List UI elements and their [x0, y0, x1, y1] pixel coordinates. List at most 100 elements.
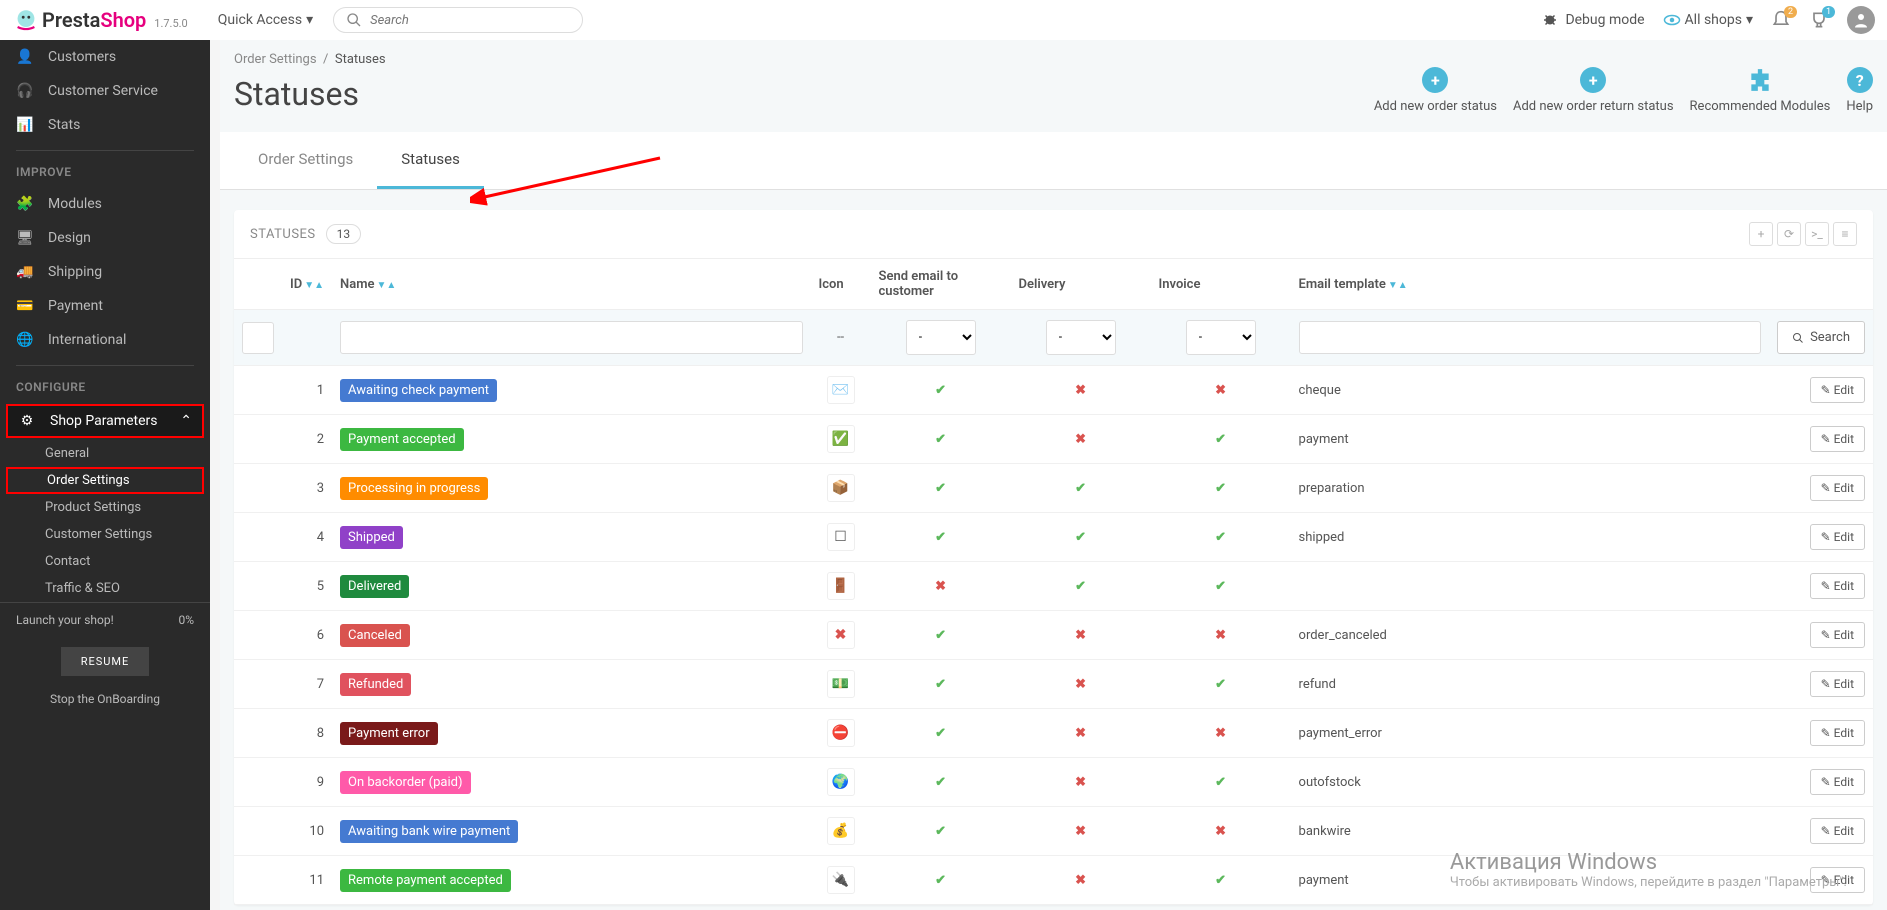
recommended-modules-button[interactable]: Recommended Modules	[1690, 67, 1831, 114]
resume-button[interactable]: RESUME	[61, 647, 150, 676]
email-flag[interactable]: ✔	[871, 415, 1011, 464]
sidebar-item-stats[interactable]: 📊 Stats	[0, 108, 210, 142]
stop-onboarding-link[interactable]: Stop the OnBoarding	[0, 686, 210, 712]
filter-invoice-select[interactable]: -	[1186, 320, 1256, 355]
sidebar-sub-order-settings[interactable]: Order Settings	[6, 467, 204, 494]
logo[interactable]: PrestaShop 1.7.5.0	[12, 6, 188, 34]
email-flag[interactable]: ✔	[871, 709, 1011, 758]
edit-button[interactable]: ✎ Edit	[1810, 867, 1865, 893]
invoice-flag[interactable]: ✖	[1151, 709, 1291, 758]
email-flag[interactable]: ✔	[871, 513, 1011, 562]
notifications-button[interactable]: 2	[1771, 10, 1791, 30]
edit-button[interactable]: ✎ Edit	[1810, 769, 1865, 795]
search-input[interactable]	[370, 13, 570, 28]
all-shops-dropdown[interactable]: All shops ▾	[1663, 11, 1753, 29]
sidebar-item-customer-service[interactable]: 🎧 Customer Service	[0, 74, 210, 108]
delivery-flag[interactable]: ✖	[1011, 660, 1151, 709]
col-id[interactable]: ID▼▲	[282, 259, 332, 310]
delivery-flag[interactable]: ✖	[1011, 807, 1151, 856]
delivery-flag[interactable]: ✖	[1011, 415, 1151, 464]
delivery-flag[interactable]: ✔	[1011, 562, 1151, 611]
email-flag[interactable]: ✔	[871, 660, 1011, 709]
table-row[interactable]: 11 Remote payment accepted 🔌 ✔ ✖ ✔ payme…	[234, 856, 1873, 905]
filter-select-all[interactable]	[242, 322, 274, 354]
sidebar-item-shop-parameters[interactable]: ⚙ Shop Parameters ⌃	[6, 404, 204, 438]
email-flag[interactable]: ✔	[871, 366, 1011, 415]
table-row[interactable]: 2 Payment accepted ✅ ✔ ✖ ✔ payment ✎ Edi…	[234, 415, 1873, 464]
tab-statuses[interactable]: Statuses	[377, 132, 484, 189]
table-row[interactable]: 5 Delivered 🚪 ✖ ✔ ✔ ✎ Edit	[234, 562, 1873, 611]
sidebar-item-payment[interactable]: 💳 Payment	[0, 289, 210, 323]
table-row[interactable]: 8 Payment error ⛔ ✔ ✖ ✖ payment_error ✎ …	[234, 709, 1873, 758]
breadcrumb-order-settings[interactable]: Order Settings	[234, 52, 317, 67]
invoice-flag[interactable]: ✖	[1151, 807, 1291, 856]
search-box[interactable]	[333, 7, 583, 33]
sidebar-item-modules[interactable]: 🧩 Modules	[0, 187, 210, 221]
invoice-flag[interactable]: ✖	[1151, 366, 1291, 415]
edit-button[interactable]: ✎ Edit	[1810, 622, 1865, 648]
table-row[interactable]: 7 Refunded 💵 ✔ ✖ ✔ refund ✎ Edit	[234, 660, 1873, 709]
edit-button[interactable]: ✎ Edit	[1810, 720, 1865, 746]
edit-button[interactable]: ✎ Edit	[1810, 426, 1865, 452]
filter-search-button[interactable]: Search	[1777, 321, 1865, 354]
filter-delivery-select[interactable]: -	[1046, 320, 1116, 355]
table-row[interactable]: 6 Canceled ✖ ✔ ✖ ✖ order_canceled ✎ Edit	[234, 611, 1873, 660]
delivery-flag[interactable]: ✖	[1011, 611, 1151, 660]
sidebar-sub-general[interactable]: General	[0, 440, 210, 467]
invoice-flag[interactable]: ✔	[1151, 513, 1291, 562]
table-row[interactable]: 1 Awaiting check payment ✉️ ✔ ✖ ✖ cheque…	[234, 366, 1873, 415]
edit-button[interactable]: ✎ Edit	[1810, 475, 1865, 501]
invoice-flag[interactable]: ✖	[1151, 611, 1291, 660]
add-order-status-button[interactable]: + Add new order status	[1374, 67, 1497, 114]
tab-order-settings[interactable]: Order Settings	[234, 132, 377, 189]
table-row[interactable]: 4 Shipped ☐ ✔ ✔ ✔ shipped ✎ Edit	[234, 513, 1873, 562]
filter-template-input[interactable]	[1299, 321, 1762, 354]
invoice-flag[interactable]: ✔	[1151, 758, 1291, 807]
table-row[interactable]: 9 On backorder (paid) 🌍 ✔ ✖ ✔ outofstock…	[234, 758, 1873, 807]
email-flag[interactable]: ✔	[871, 807, 1011, 856]
email-flag[interactable]: ✔	[871, 856, 1011, 905]
debug-mode-toggle[interactable]: Debug mode	[1541, 11, 1644, 29]
panel-refresh-button[interactable]: ⟳	[1777, 222, 1801, 246]
invoice-flag[interactable]: ✔	[1151, 660, 1291, 709]
delivery-flag[interactable]: ✔	[1011, 464, 1151, 513]
quick-access-dropdown[interactable]: Quick Access ▾	[218, 12, 313, 28]
sidebar-sub-traffic[interactable]: Traffic & SEO	[0, 575, 210, 602]
sidebar-sub-customer-settings[interactable]: Customer Settings	[0, 521, 210, 548]
edit-button[interactable]: ✎ Edit	[1810, 377, 1865, 403]
panel-sql-button[interactable]: >_	[1805, 222, 1829, 246]
delivery-flag[interactable]: ✖	[1011, 709, 1151, 758]
help-button[interactable]: ? Help	[1846, 67, 1873, 114]
table-row[interactable]: 10 Awaiting bank wire payment 💰 ✔ ✖ ✖ ba…	[234, 807, 1873, 856]
edit-button[interactable]: ✎ Edit	[1810, 524, 1865, 550]
invoice-flag[interactable]: ✔	[1151, 856, 1291, 905]
sidebar-item-design[interactable]: 🖥 Design	[0, 221, 210, 255]
col-email-template[interactable]: Email template▼▲	[1291, 259, 1770, 310]
sidebar-sub-contact[interactable]: Contact	[0, 548, 210, 575]
panel-export-button[interactable]: ≡	[1833, 222, 1857, 246]
invoice-flag[interactable]: ✔	[1151, 562, 1291, 611]
sidebar-sub-product-settings[interactable]: Product Settings	[0, 494, 210, 521]
delivery-flag[interactable]: ✖	[1011, 856, 1151, 905]
delivery-flag[interactable]: ✖	[1011, 366, 1151, 415]
filter-name-input[interactable]	[340, 321, 803, 354]
delivery-flag[interactable]: ✔	[1011, 513, 1151, 562]
edit-button[interactable]: ✎ Edit	[1810, 573, 1865, 599]
sidebar-item-shipping[interactable]: 🚚 Shipping	[0, 255, 210, 289]
col-name[interactable]: Name▼▲	[332, 259, 811, 310]
panel-add-button[interactable]: +	[1749, 222, 1773, 246]
email-flag[interactable]: ✔	[871, 758, 1011, 807]
sidebar-item-international[interactable]: 🌐 International	[0, 323, 210, 357]
email-flag[interactable]: ✔	[871, 464, 1011, 513]
cart-notif-button[interactable]: 1	[1809, 10, 1829, 30]
filter-email-select[interactable]: -	[906, 320, 976, 355]
delivery-flag[interactable]: ✖	[1011, 758, 1151, 807]
email-flag[interactable]: ✖	[871, 562, 1011, 611]
table-row[interactable]: 3 Processing in progress 📦 ✔ ✔ ✔ prepara…	[234, 464, 1873, 513]
invoice-flag[interactable]: ✔	[1151, 464, 1291, 513]
edit-button[interactable]: ✎ Edit	[1810, 671, 1865, 697]
sidebar-item-customers[interactable]: 👤 Customers	[0, 40, 210, 74]
invoice-flag[interactable]: ✔	[1151, 415, 1291, 464]
avatar-button[interactable]	[1847, 6, 1875, 34]
email-flag[interactable]: ✔	[871, 611, 1011, 660]
